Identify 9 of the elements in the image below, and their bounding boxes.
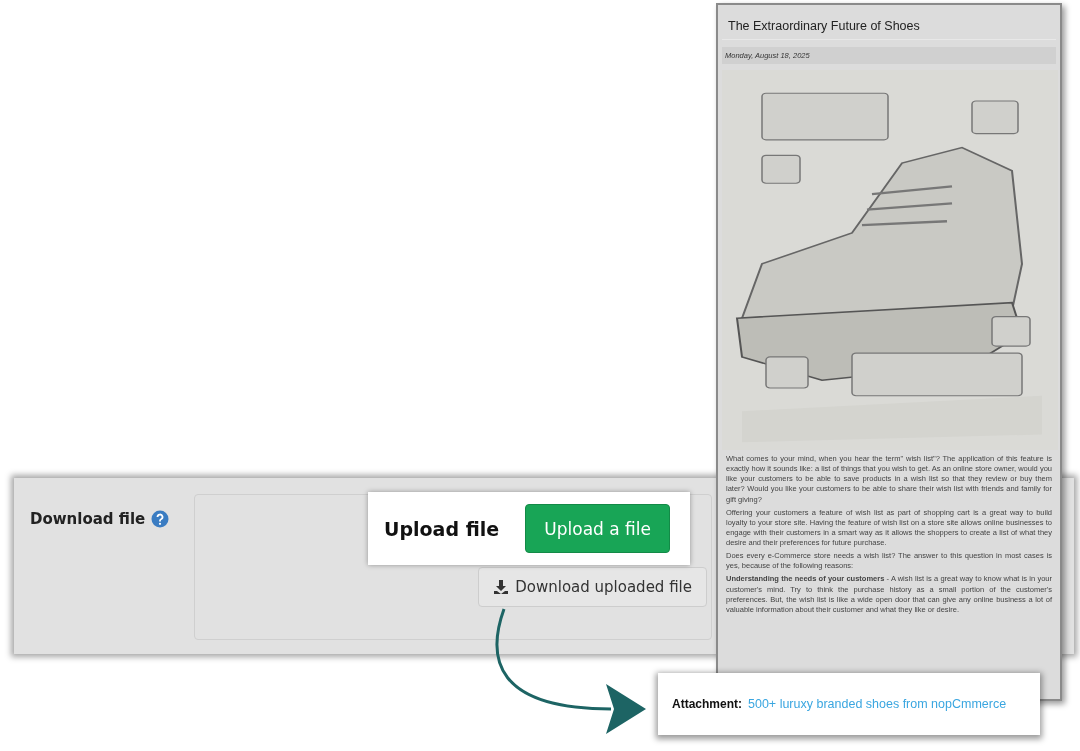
download-button[interactable]: Download uploaded file	[478, 567, 707, 607]
download-icon	[493, 579, 510, 595]
help-icon[interactable]	[151, 510, 170, 528]
upload-button[interactable]: Upload a file	[525, 504, 670, 553]
upload-label: Upload file	[384, 517, 500, 540]
article-title: The Extraordinary Future of Shoes	[722, 5, 1056, 40]
attachment-link[interactable]: 500+ luruxy branded shoes from nopCmmerce	[748, 697, 1007, 711]
attachment-label: Attachment:	[672, 697, 742, 711]
field-label: Download file	[30, 510, 146, 528]
